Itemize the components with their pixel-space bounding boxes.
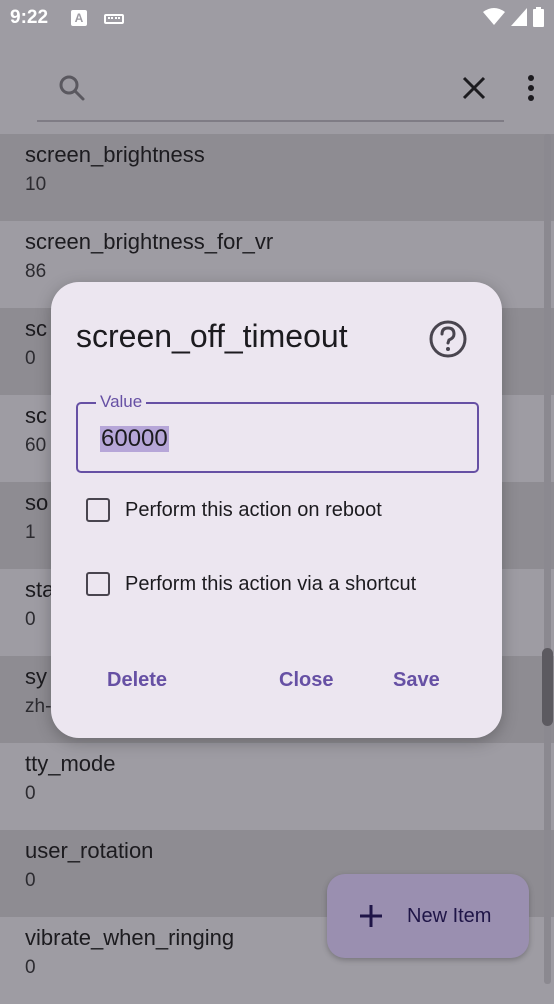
close-button[interactable]: Close (279, 669, 333, 692)
reboot-option[interactable]: Perform this action on reboot (86, 498, 382, 522)
reboot-checkbox-label: Perform this action on reboot (125, 498, 382, 521)
reboot-checkbox[interactable] (86, 498, 110, 522)
item-name: screen_brightness_for_vr (25, 229, 274, 254)
item-value: 0 (25, 348, 36, 369)
shortcut-option[interactable]: Perform this action via a shortcut (86, 572, 416, 596)
status-icons (483, 7, 544, 27)
search-bar (0, 36, 554, 134)
item-value: zh- (25, 696, 52, 717)
list-item[interactable]: tty_mode 0 (0, 743, 554, 830)
save-button[interactable]: Save (393, 669, 440, 692)
item-value: 0 (25, 870, 36, 891)
item-value: 1 (25, 522, 36, 543)
value-field-label: Value (96, 392, 147, 412)
item-name: sy (25, 664, 47, 689)
status-time: 9:22 (10, 7, 49, 28)
scrollbar-track[interactable] (544, 134, 551, 984)
item-value: 60 (25, 435, 47, 456)
item-name: tty_mode (25, 751, 116, 776)
item-name: screen_brightness (25, 142, 205, 167)
signal-icon (511, 8, 527, 26)
more-options-icon[interactable] (520, 72, 542, 104)
item-value: 0 (25, 783, 36, 804)
item-value: 86 (25, 261, 47, 282)
help-icon[interactable] (428, 319, 468, 359)
status-bar: 9:22 A (0, 0, 554, 36)
search-input[interactable] (37, 120, 504, 122)
dialog-title: screen_off_timeout (76, 318, 348, 354)
list-item[interactable]: screen_brightness 10 (0, 134, 554, 221)
item-name: so (25, 490, 49, 515)
item-value: 0 (25, 609, 36, 630)
item-name: user_rotation (25, 838, 154, 863)
item-value: 10 (25, 174, 47, 195)
battery-icon (533, 7, 544, 27)
plus-icon (360, 905, 382, 927)
shortcut-checkbox-label: Perform this action via a shortcut (125, 572, 417, 595)
shortcut-checkbox[interactable] (86, 572, 110, 596)
value-input[interactable]: 60000 (100, 426, 169, 452)
edit-setting-dialog: screen_off_timeout Value 60000 Perform t… (51, 282, 502, 738)
item-name: vibrate_when_ringing (25, 925, 235, 950)
wifi-icon (483, 8, 505, 25)
keyboard-icon (104, 14, 124, 24)
delete-button[interactable]: Delete (107, 669, 167, 692)
item-value: 0 (25, 957, 36, 978)
item-name: sc (25, 316, 47, 341)
item-name: sta (25, 577, 55, 602)
item-name: sc (25, 403, 47, 428)
scrollbar-thumb[interactable] (542, 648, 553, 726)
value-field[interactable]: Value 60000 (76, 392, 479, 473)
new-item-button[interactable]: New Item (327, 874, 529, 958)
close-icon[interactable] (458, 72, 490, 104)
new-item-label: New Item (407, 905, 492, 927)
accessibility-badge-icon: A (71, 10, 87, 26)
search-icon[interactable] (56, 72, 88, 104)
